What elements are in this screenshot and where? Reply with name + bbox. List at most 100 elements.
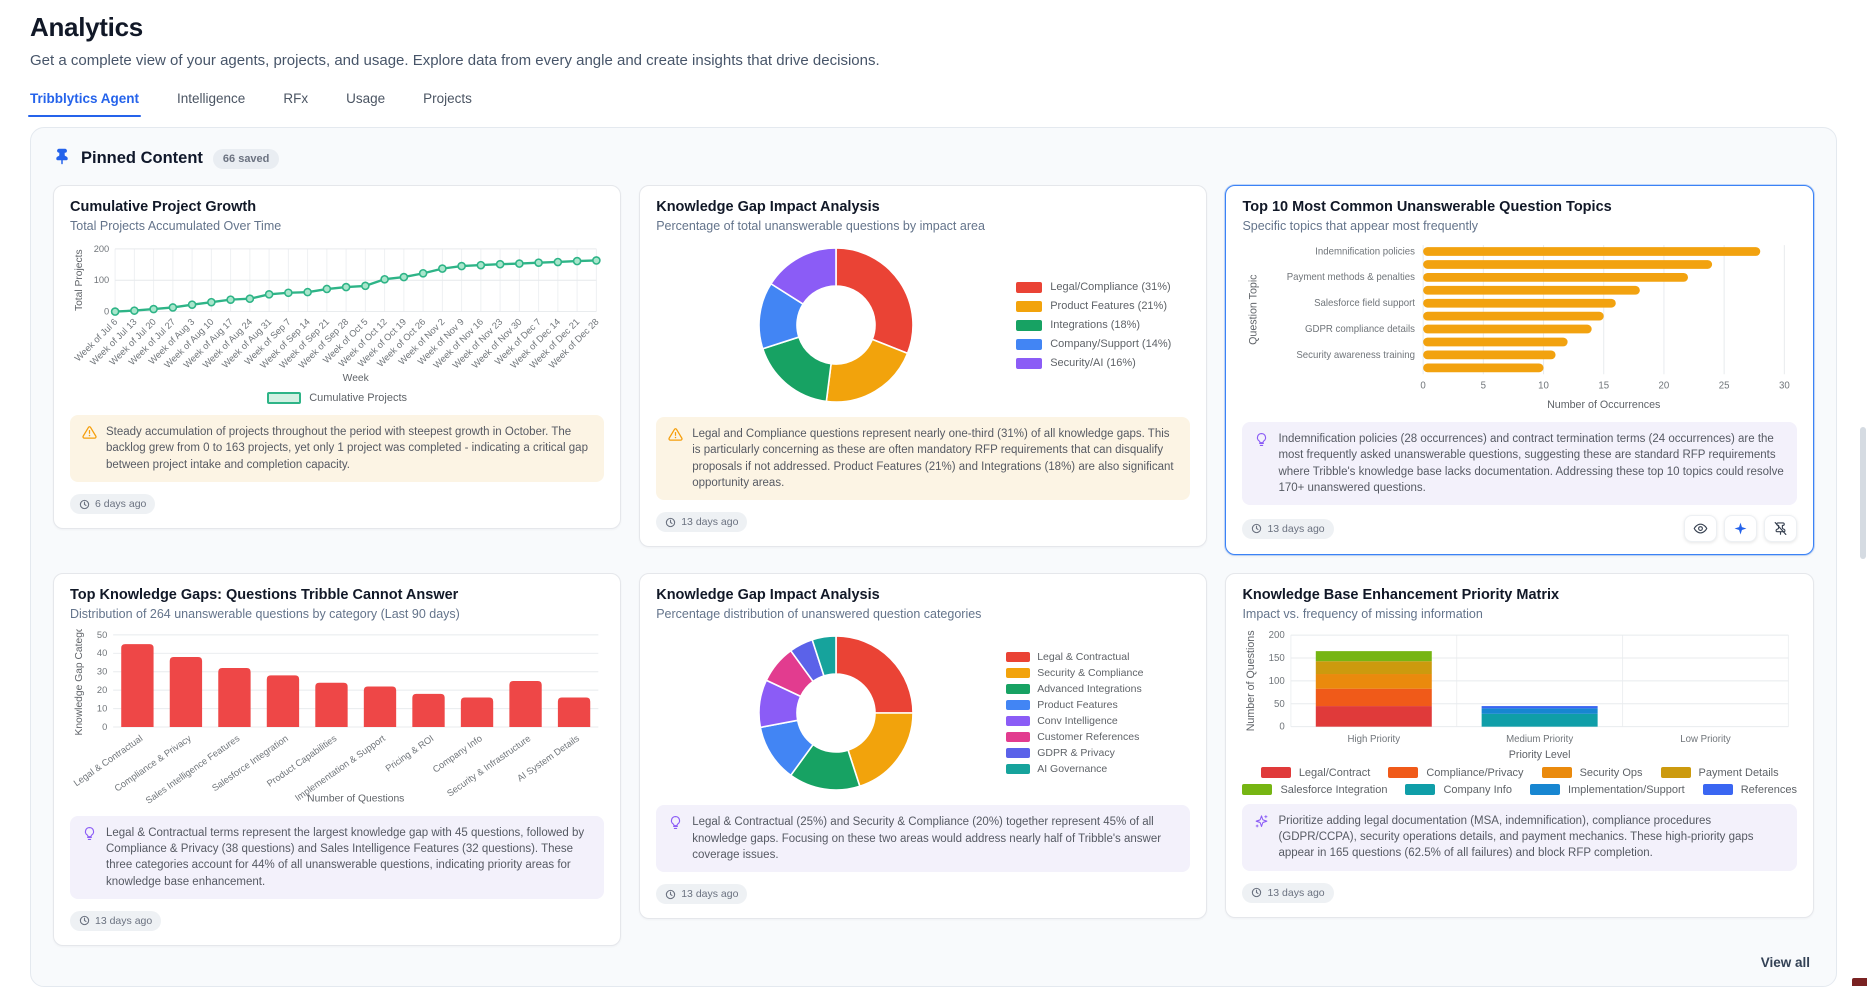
legend-label: Legal/Contract bbox=[1299, 767, 1371, 779]
card-footer: 13 days ago bbox=[70, 909, 604, 933]
legend-item: Advanced Integrations bbox=[1006, 683, 1143, 695]
pinned-card-2[interactable]: Knowledge Gap Impact Analysis Percentage… bbox=[639, 185, 1207, 547]
clock-icon bbox=[79, 499, 90, 510]
svg-text:Indemnification policies: Indemnification policies bbox=[1316, 246, 1416, 257]
chart-area: 050100150200High PriorityMedium Priority… bbox=[1242, 629, 1797, 795]
card-title: Knowledge Base Enhancement Priority Matr… bbox=[1242, 587, 1797, 603]
svg-text:20: 20 bbox=[1659, 381, 1670, 392]
chart-legend: Legal & ContractualSecurity & Compliance… bbox=[1006, 651, 1143, 775]
svg-text:Security & Infrastructure: Security & Infrastructure bbox=[445, 733, 532, 798]
chart-legend: Legal/Contract Compliance/Privacy Security… bbox=[1242, 767, 1797, 796]
legend-item: Company/Support (14%) bbox=[1016, 338, 1171, 350]
svg-text:200: 200 bbox=[94, 244, 110, 254]
tab-rfx[interactable]: RFx bbox=[283, 91, 308, 117]
legend-label: References bbox=[1741, 784, 1797, 796]
legend-label: Customer References bbox=[1037, 731, 1139, 743]
legend-label: Legal/Compliance (31%) bbox=[1050, 281, 1170, 293]
svg-text:Low Priority: Low Priority bbox=[1681, 734, 1732, 745]
card-title: Knowledge Gap Impact Analysis bbox=[656, 199, 1190, 215]
svg-text:High Priority: High Priority bbox=[1348, 734, 1401, 745]
analytics-page: Analytics Get a complete view of your ag… bbox=[0, 0, 1867, 987]
pinned-card-6[interactable]: Knowledge Base Enhancement Priority Matr… bbox=[1225, 573, 1814, 917]
bar-chart: 01020304050Legal & ContractualCompliance… bbox=[70, 629, 604, 807]
legend-swatch bbox=[1016, 358, 1042, 369]
legend-swatch bbox=[1261, 767, 1291, 778]
view-all-row: View all bbox=[53, 955, 1814, 970]
insight-box: Legal & Contractual terms represent the … bbox=[70, 816, 604, 899]
timestamp-label: 13 days ago bbox=[1267, 887, 1324, 899]
svg-text:Knowledge Gap Catego: Knowledge Gap Catego bbox=[74, 629, 85, 736]
tab-usage[interactable]: Usage bbox=[346, 91, 385, 117]
legend-item: Security Ops bbox=[1542, 767, 1643, 779]
insight-text: Legal & Contractual (25%) and Security &… bbox=[692, 814, 1178, 863]
legend-swatch bbox=[1006, 700, 1030, 710]
pinned-cards-grid: Cumulative Project Growth Total Projects… bbox=[53, 185, 1814, 946]
legend-label: Compliance/Privacy bbox=[1426, 767, 1523, 779]
legend-item: Customer References bbox=[1006, 731, 1143, 743]
card-subtitle: Impact vs. frequency of missing informat… bbox=[1242, 607, 1797, 621]
chart-area: Legal & ContractualSecurity & Compliance… bbox=[656, 629, 1190, 797]
svg-text:Week: Week bbox=[343, 373, 370, 384]
unpin-button[interactable] bbox=[1764, 515, 1797, 542]
pinned-content-title: Pinned Content bbox=[81, 149, 203, 168]
legend-swatch bbox=[1006, 716, 1030, 726]
chart-area: 01020304050Legal & ContractualCompliance… bbox=[70, 629, 604, 807]
svg-text:0: 0 bbox=[102, 722, 107, 732]
legend-label: Integrations (18%) bbox=[1050, 319, 1140, 331]
insight-box: Indemnification policies (28 occurrences… bbox=[1242, 422, 1797, 505]
tab-intelligence[interactable]: Intelligence bbox=[177, 91, 245, 117]
chart-area: Legal/Compliance (31%)Product Features (… bbox=[656, 241, 1190, 409]
card-title: Cumulative Project Growth bbox=[70, 199, 604, 215]
sparkles-icon bbox=[1254, 814, 1269, 829]
card-subtitle: Percentage of total unanswerable questio… bbox=[656, 219, 1190, 233]
pinned-card-3[interactable]: Top 10 Most Common Unanswerable Question… bbox=[1225, 185, 1814, 555]
legend-swatch bbox=[1006, 748, 1030, 758]
view-all-link[interactable]: View all bbox=[1761, 955, 1810, 970]
svg-text:50: 50 bbox=[1274, 699, 1285, 710]
preview-button[interactable] bbox=[1684, 515, 1717, 542]
lightbulb-icon bbox=[82, 826, 97, 841]
pinned-card-4[interactable]: Top Knowledge Gaps: Questions Tribble Ca… bbox=[53, 573, 621, 946]
donut-chart-row: Legal & ContractualSecurity & Compliance… bbox=[656, 629, 1190, 797]
svg-text:Security awareness training: Security awareness training bbox=[1297, 350, 1416, 361]
insights-button[interactable] bbox=[1724, 515, 1757, 542]
svg-text:30: 30 bbox=[1779, 381, 1790, 392]
legend-label: Security Ops bbox=[1580, 767, 1643, 779]
legend-item: Implementation/Support bbox=[1530, 784, 1685, 796]
tab-projects[interactable]: Projects bbox=[423, 91, 472, 117]
legend-label: Product Features bbox=[1037, 699, 1118, 711]
svg-text:Priority Level: Priority Level bbox=[1509, 749, 1571, 761]
clock-icon bbox=[79, 915, 90, 926]
insight-box: Legal and Compliance questions represent… bbox=[656, 417, 1190, 500]
card-title: Top 10 Most Common Unanswerable Question… bbox=[1242, 199, 1797, 215]
legend-item: Salesforce Integration bbox=[1242, 784, 1387, 796]
lightbulb-icon bbox=[668, 815, 683, 830]
svg-text:Number of Questions: Number of Questions bbox=[307, 794, 404, 805]
card-subtitle: Total Projects Accumulated Over Time bbox=[70, 219, 604, 233]
clock-icon bbox=[665, 517, 676, 528]
scrollbar-thumb[interactable] bbox=[1860, 427, 1866, 559]
legend-item: Integrations (18%) bbox=[1016, 319, 1171, 331]
legend-swatch bbox=[1016, 301, 1042, 312]
legend-swatch bbox=[1006, 668, 1030, 678]
legend-label: Salesforce Integration bbox=[1280, 784, 1387, 796]
pin-icon bbox=[53, 147, 71, 165]
insight-box: Steady accumulation of projects througho… bbox=[70, 415, 604, 482]
legend-label: Conv Intelligence bbox=[1037, 715, 1118, 727]
legend-item: Compliance/Privacy bbox=[1388, 767, 1523, 779]
legend-swatch bbox=[1006, 764, 1030, 774]
pinned-card-5[interactable]: Knowledge Gap Impact Analysis Percentage… bbox=[639, 573, 1207, 919]
svg-text:10: 10 bbox=[1539, 381, 1550, 392]
pinned-card-1[interactable]: Cumulative Project Growth Total Projects… bbox=[53, 185, 621, 529]
svg-text:200: 200 bbox=[1269, 630, 1285, 641]
timestamp-label: 13 days ago bbox=[1267, 523, 1324, 535]
timestamp-badge: 13 days ago bbox=[656, 884, 747, 904]
legend-item: Legal & Contractual bbox=[1006, 651, 1143, 663]
timestamp-badge: 13 days ago bbox=[1242, 883, 1333, 903]
legend-label: Advanced Integrations bbox=[1037, 683, 1142, 695]
tab-tribblytics-agent[interactable]: Tribblytics Agent bbox=[30, 91, 139, 117]
card-title: Knowledge Gap Impact Analysis bbox=[656, 587, 1190, 603]
warning-icon bbox=[668, 427, 683, 442]
legend-swatch bbox=[1405, 784, 1435, 795]
legend-item: Product Features bbox=[1006, 699, 1143, 711]
